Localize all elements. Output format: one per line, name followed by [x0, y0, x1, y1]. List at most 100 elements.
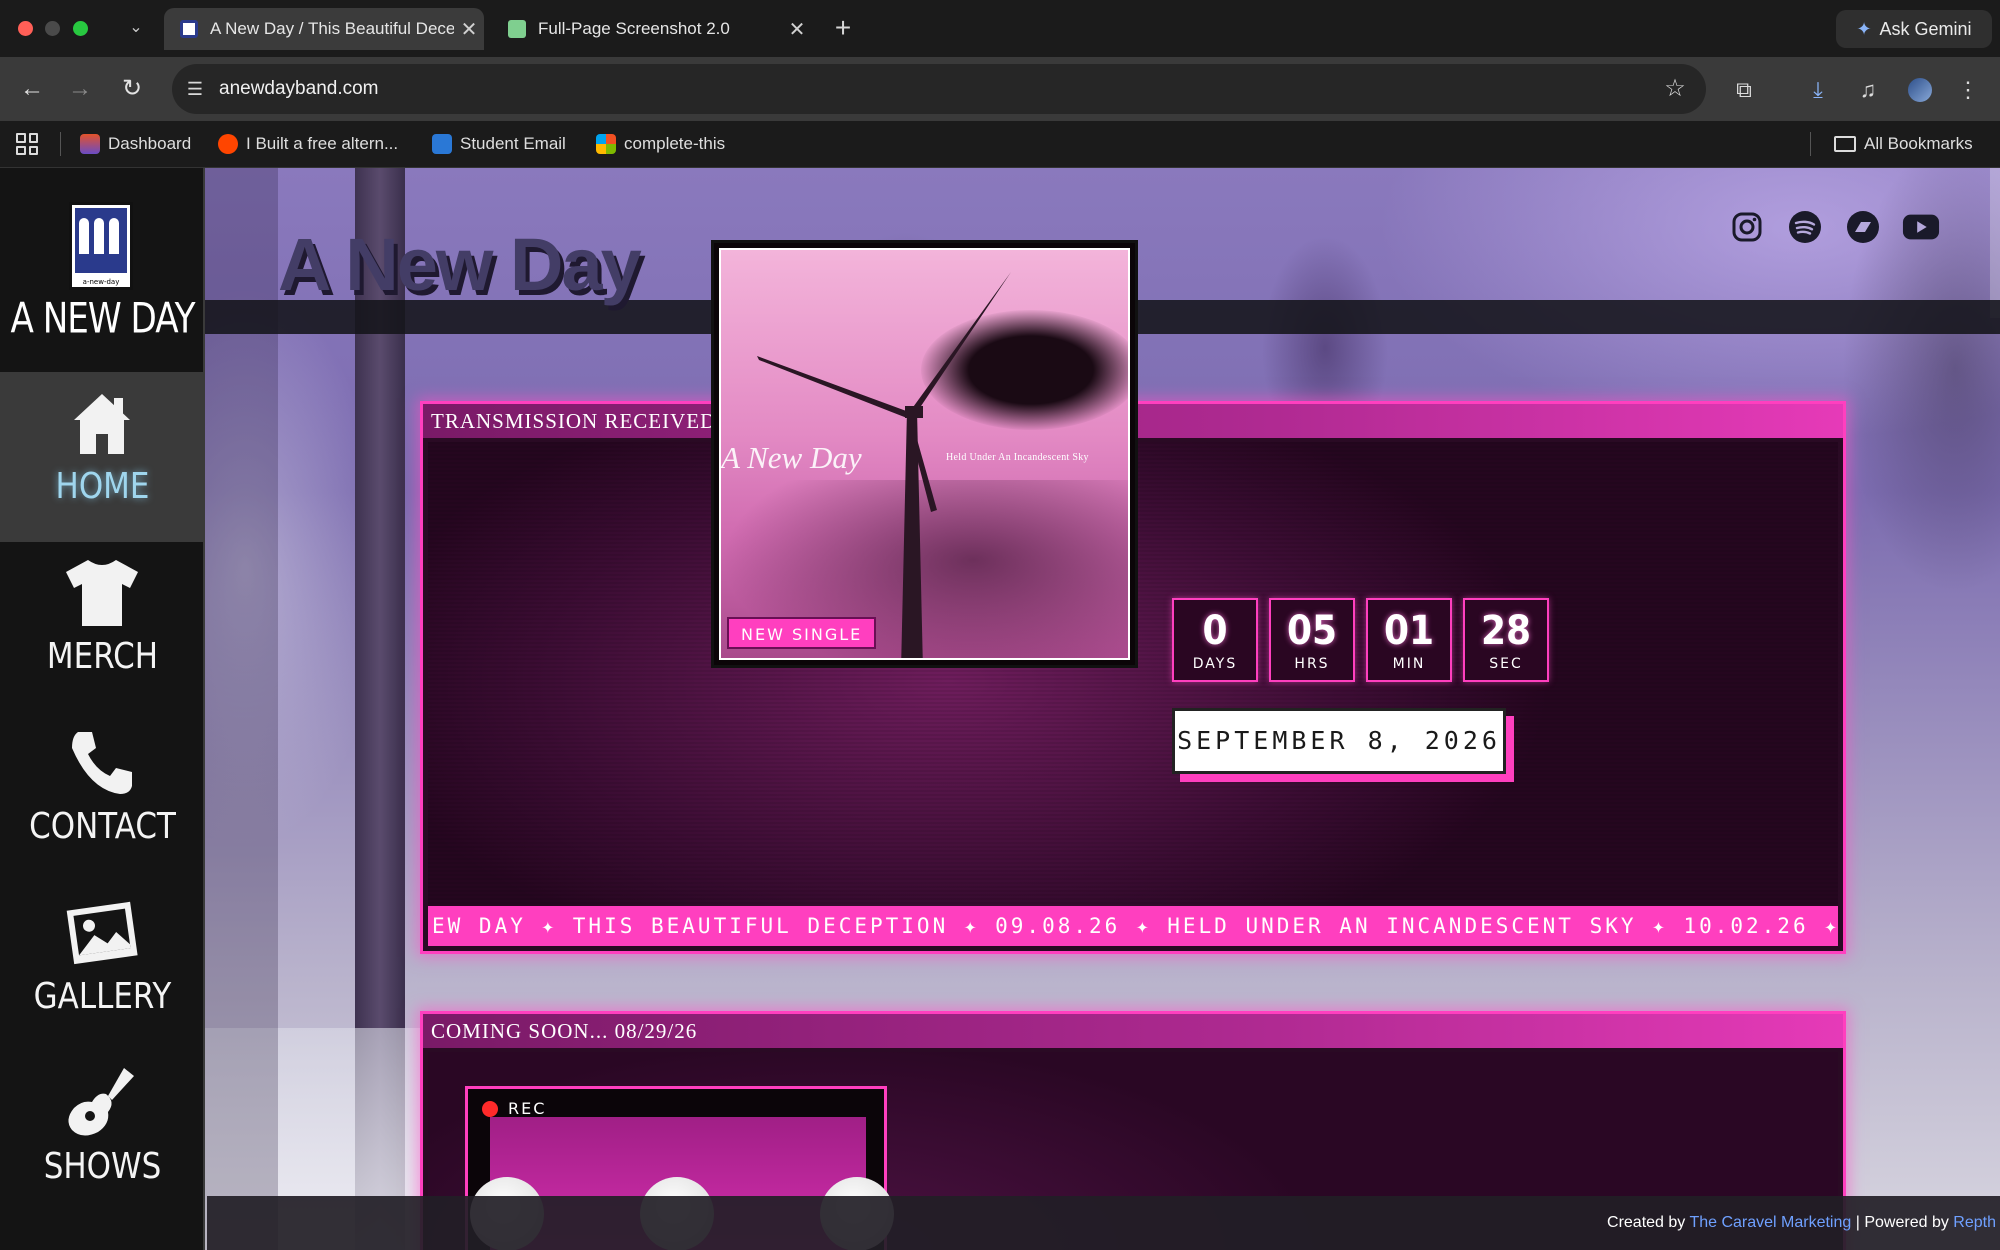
countdown-value: 05 [1286, 608, 1338, 654]
apps-grid-icon[interactable] [16, 133, 38, 155]
bookmark-label: Dashboard [108, 134, 192, 153]
extensions-icon[interactable]: ⧉ [1728, 74, 1760, 106]
countdown-value: 28 [1480, 608, 1532, 654]
bookmark-label: Student Email [460, 134, 566, 153]
countdown-value: 01 [1383, 608, 1435, 654]
release-date: SEPTEMBER 8, 2026 [1172, 708, 1506, 774]
reload-button[interactable]: ↻ [116, 73, 148, 105]
tab-full-page-screenshot[interactable]: Full-Page Screenshot 2.0 ✕ [492, 8, 812, 50]
profile-avatar[interactable] [1906, 76, 1934, 104]
bookmark-label: I Built a free altern... [246, 134, 399, 153]
reddit-icon [218, 134, 238, 154]
countdown-unit: SEC [1489, 656, 1523, 672]
cover-subtitle: Held Under An Incandescent Sky [946, 452, 1089, 463]
countdown-unit: MIN [1392, 656, 1426, 672]
gemini-sparkle-icon: ✦ [1856, 18, 1872, 39]
nav-shows[interactable]: SHOWS [0, 1052, 205, 1222]
social-links [1728, 208, 1940, 248]
tab-search-icon[interactable]: ⌄ [124, 16, 148, 40]
bookmark-label: complete-this [624, 134, 726, 153]
media-control-icon[interactable]: ♫ [1852, 74, 1884, 106]
all-bookmarks-button[interactable]: All Bookmarks [1834, 131, 1973, 157]
bookmark-dashboard[interactable]: Dashboard [80, 131, 191, 157]
nav-gallery[interactable]: GALLERY [0, 882, 205, 1052]
site-footer: Created by The Caravel Marketing | Power… [207, 1196, 2000, 1250]
nav-home[interactable]: HOME [0, 372, 205, 542]
countdown-value: 0 [1202, 608, 1228, 654]
coming-soon-header: COMING SOON... 08/29/26 [423, 1014, 1843, 1048]
rec-label: REC [508, 1099, 547, 1118]
web-page: A New Day a-new-day A NEW DAY HOME MERCH… [0, 168, 2000, 1250]
record-dot-icon [482, 1101, 498, 1117]
site-sidebar: a-new-day A NEW DAY HOME MERCH CONTACT G… [0, 168, 205, 1250]
countdown-minutes: 01 MIN [1366, 598, 1452, 682]
countdown-hours: 05 HRS [1269, 598, 1355, 682]
bookmarks-divider [60, 132, 61, 156]
tshirt-icon [62, 552, 142, 632]
nav-merch[interactable]: MERCH [0, 542, 205, 712]
nav-label: MERCH [46, 636, 159, 677]
band-favicon-icon [180, 20, 198, 38]
nav-label: CONTACT [29, 806, 176, 847]
guitar-icon [62, 1062, 142, 1142]
bookmark-star-icon[interactable]: ☆ [1660, 74, 1690, 104]
nav-label: GALLERY [33, 976, 172, 1017]
band-name[interactable]: A NEW DAY [0, 294, 205, 342]
nav-label: SHOWS [43, 1146, 162, 1187]
countdown-unit: DAYS [1192, 656, 1238, 672]
tab-a-new-day[interactable]: A New Day / This Beautiful Deception ✕ [164, 8, 484, 50]
bandcamp-icon[interactable] [1844, 208, 1882, 246]
menu-kebab-icon[interactable]: ⋮ [1952, 74, 1984, 106]
close-window-button[interactable] [18, 21, 33, 36]
single-cover-art[interactable]: A New Day Held Under An Incandescent Sky… [711, 240, 1138, 668]
back-button[interactable]: ← [16, 73, 48, 105]
bookmark-complete-this[interactable]: complete-this [596, 131, 725, 157]
spotify-icon[interactable] [1786, 208, 1824, 246]
cover-band-name: A New Day [721, 440, 862, 475]
dashboard-favicon-icon [80, 134, 100, 154]
footer-powered-by: Powered by [1864, 1214, 1949, 1231]
phone-icon [62, 722, 142, 802]
address-bar[interactable] [172, 64, 1706, 114]
close-tab-icon[interactable]: ✕ [782, 17, 812, 42]
footer-agency-link[interactable]: The Caravel Marketing [1689, 1214, 1851, 1231]
countdown-unit: HRS [1294, 656, 1330, 672]
browser-tab-bar: ⌄ A New Day / This Beautiful Deception ✕… [0, 0, 2000, 57]
all-bookmarks-label: All Bookmarks [1864, 134, 1973, 153]
countdown-days: 0 DAYS [1172, 598, 1258, 682]
footer-separator: | [1855, 1214, 1860, 1231]
footer-created-by: Created by [1607, 1214, 1686, 1231]
minimize-window-button[interactable] [45, 21, 60, 36]
tab-title: Full-Page Screenshot 2.0 [538, 19, 730, 38]
nav-label: HOME [55, 466, 150, 507]
countdown-seconds: 28 SEC [1463, 598, 1549, 682]
close-tab-icon[interactable]: ✕ [454, 17, 484, 42]
instagram-icon[interactable] [1728, 208, 1766, 246]
site-info-icon[interactable]: ☰ [182, 76, 208, 102]
ask-gemini-button[interactable]: ✦ Ask Gemini [1836, 10, 1992, 48]
bookmarks-divider [1810, 132, 1811, 156]
bookmark-student-email[interactable]: Student Email [432, 131, 566, 157]
cover-image: A New Day Held Under An Incandescent Sky… [719, 248, 1130, 660]
site-title: A New Day [278, 223, 642, 306]
youtube-icon[interactable] [1902, 208, 1940, 246]
release-ticker: EW DAY ✦ THIS BEAUTIFUL DECEPTION ✦ 09.0… [428, 906, 1838, 946]
footer-platform-link[interactable]: Repth [1953, 1214, 1996, 1231]
mail-icon [432, 134, 452, 154]
nav-contact[interactable]: CONTACT [0, 712, 205, 882]
page-scrollbar[interactable] [1990, 168, 2000, 318]
bookmark-reddit-post[interactable]: I Built a free altern... [218, 131, 398, 157]
logo-caption: a-new-day [82, 278, 120, 286]
band-logo[interactable]: a-new-day [69, 202, 133, 290]
download-icon[interactable]: ⤓ [1802, 74, 1834, 106]
forward-button[interactable]: → [64, 73, 96, 105]
image-icon [62, 892, 142, 972]
tab-title: A New Day / This Beautiful Deception [210, 19, 454, 38]
maximize-window-button[interactable] [73, 21, 88, 36]
folder-icon [1834, 136, 1856, 152]
camera-favicon-icon [508, 20, 526, 38]
new-tab-button[interactable]: + [826, 12, 860, 46]
url-text[interactable]: anewdayband.com [219, 76, 379, 102]
ask-gemini-label: Ask Gemini [1879, 18, 1972, 39]
home-icon [62, 382, 142, 462]
